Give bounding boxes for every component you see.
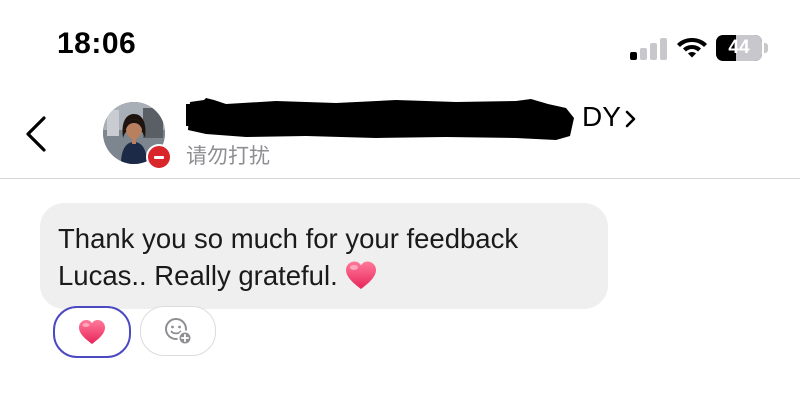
battery-nub (764, 43, 768, 53)
add-reaction-icon (165, 318, 193, 346)
reaction-heart-button[interactable] (53, 306, 131, 358)
contact-name-text: DY (582, 101, 621, 132)
status-bar: 18:06 44 (0, 0, 800, 90)
message-body: Thank you so much for your feedback Luca… (58, 223, 519, 291)
add-reaction-button[interactable] (140, 306, 216, 356)
do-not-disturb-icon (146, 144, 172, 170)
header-divider (0, 178, 800, 179)
signal-icon (630, 38, 667, 60)
chevron-left-icon (26, 116, 46, 152)
status-time: 18:06 (57, 27, 137, 60)
battery-level: 44 (728, 37, 750, 58)
chevron-right-icon (625, 110, 636, 128)
heart-emoji (345, 261, 376, 289)
back-button[interactable] (20, 112, 60, 156)
contact-avatar-button[interactable] (103, 102, 172, 170)
message-bubble[interactable]: Thank you so much for your feedback Luca… (40, 203, 608, 309)
chat-header: DY 请勿打扰 (0, 90, 800, 178)
wifi-icon (677, 38, 707, 58)
message-text: Thank you so much for your feedback Luca… (58, 220, 608, 294)
battery-icon: 44 (716, 35, 770, 61)
redaction-scribble (186, 98, 574, 140)
contact-name-button[interactable]: DY (186, 98, 646, 140)
contact-status: 请勿打扰 (186, 145, 270, 168)
battery-body: 44 (716, 35, 762, 61)
heart-emoji (79, 320, 105, 344)
